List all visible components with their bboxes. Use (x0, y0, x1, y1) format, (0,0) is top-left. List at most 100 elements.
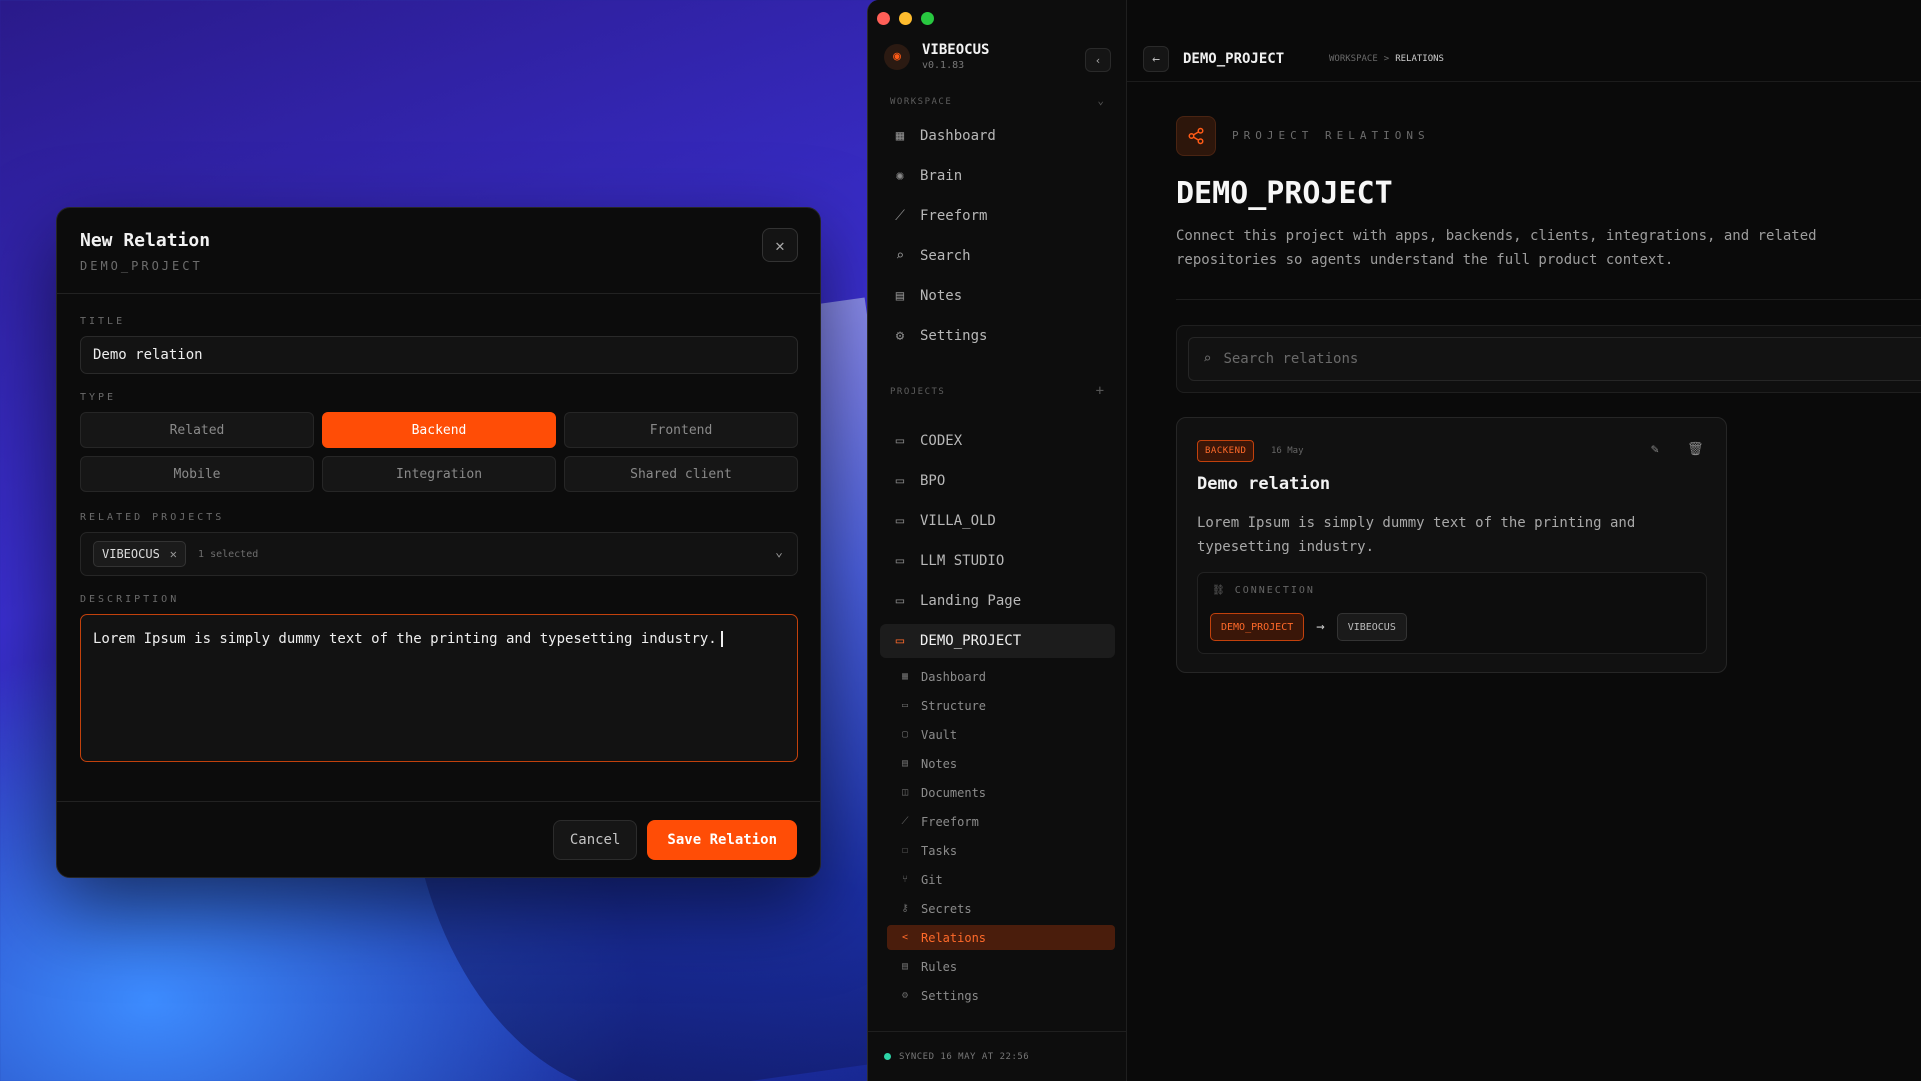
sidebar-project-codex[interactable]: ▭ CODEX (880, 424, 1115, 458)
close-modal-button[interactable]: ✕ (762, 228, 798, 262)
relation-title: Demo relation (1197, 474, 1331, 494)
new-relation-modal: New Relation DEMO_PROJECT ✕ TITLE Demo r… (56, 207, 821, 878)
project-label: DEMO_PROJECT (920, 633, 1022, 649)
related-project-chip-label: VIBEOCUS (102, 547, 160, 561)
subitem-label: Tasks (921, 843, 958, 858)
project-subitem-settings[interactable]: ⚙ Settings (887, 983, 1115, 1008)
subitem-label: Vault (921, 727, 958, 742)
folder-icon: ▭ (895, 513, 905, 529)
type-backend-button[interactable]: Backend (322, 412, 556, 448)
type-mobile-button[interactable]: Mobile (80, 456, 314, 492)
cancel-button[interactable]: Cancel (552, 819, 638, 860)
eye-logo-icon: ◉ (884, 43, 910, 70)
maximize-window-button[interactable] (921, 12, 934, 25)
divider (1176, 299, 1921, 300)
relation-card[interactable]: BACKEND 16 May ✎ 🗑 Demo relation Lorem I… (1176, 417, 1727, 673)
trash-icon[interactable]: 🗑 (1687, 442, 1704, 457)
project-subitem-freeform[interactable]: ⟋ Freeform (887, 809, 1115, 834)
remove-chip-icon[interactable]: ✕ (170, 547, 177, 561)
type-label: TYPE (80, 392, 117, 403)
title-input[interactable]: Demo relation (80, 336, 798, 374)
subitem-label: Secrets (921, 901, 972, 916)
project-subitem-notes[interactable]: ▤ Notes (887, 751, 1115, 776)
folder-icon: ▭ (895, 593, 905, 609)
save-relation-button[interactable]: Save Relation (647, 819, 797, 860)
type-integration-button[interactable]: Integration (322, 456, 556, 492)
close-icon: ✕ (775, 235, 785, 255)
connection-panel: ⛓ CONNECTION DEMO_PROJECT → VIBEOCUS (1197, 572, 1707, 654)
minimize-window-button[interactable] (899, 12, 912, 25)
sync-status-bar: SYNCED 16 MAY AT 22:56 (868, 1031, 1127, 1081)
connection-row: DEMO_PROJECT → VIBEOCUS (1210, 613, 1407, 641)
sidebar-item-settings[interactable]: ⚙ Settings (880, 319, 1115, 353)
add-project-icon[interactable]: + (1096, 383, 1104, 399)
share-icon: < (901, 932, 909, 943)
type-selector: Related Backend Frontend Mobile Integrat… (80, 412, 798, 492)
related-projects-label: RELATED PROJECTS (80, 512, 225, 523)
breadcrumb-workspace[interactable]: WORKSPACE (1329, 54, 1378, 64)
type-frontend-button[interactable]: Frontend (564, 412, 798, 448)
subitem-label: Structure (921, 698, 987, 713)
folder-open-icon: ▭ (895, 633, 905, 649)
arrow-right-icon: → (1316, 619, 1325, 635)
project-label: Landing Page (920, 593, 1022, 609)
subitem-label: Dashboard (921, 669, 987, 684)
project-subitem-relations[interactable]: < Relations (887, 925, 1115, 950)
chevron-down-icon[interactable]: ⌄ (775, 545, 783, 560)
type-shared-client-button[interactable]: Shared client (564, 456, 798, 492)
breadcrumb-separator: > (1383, 54, 1390, 64)
description-textarea[interactable]: Lorem Ipsum is simply dummy text of the … (80, 614, 798, 762)
related-project-chip: VIBEOCUS ✕ (93, 541, 187, 567)
project-label: CODEX (920, 433, 963, 449)
git-branch-icon: ⑂ (902, 874, 908, 885)
workspace-chevron-icon[interactable]: ⌄ (1097, 94, 1104, 107)
freeform-pen-icon: ⟋ (895, 208, 905, 224)
rules-icon: ▤ (901, 961, 909, 972)
subitem-label: Settings (921, 988, 979, 1003)
back-button[interactable]: ← (1143, 46, 1169, 72)
note-icon: ▤ (901, 758, 909, 769)
subitem-label: Documents (921, 785, 987, 800)
sidebar-item-freeform[interactable]: ⟋ Freeform (880, 199, 1115, 233)
type-related-button[interactable]: Related (80, 412, 314, 448)
project-subitem-rules[interactable]: ▤ Rules (887, 954, 1115, 979)
project-subitem-structure[interactable]: ▭ Structure (887, 693, 1115, 718)
project-subitem-dashboard[interactable]: ▦ Dashboard (887, 664, 1115, 689)
close-window-button[interactable] (877, 12, 890, 25)
projects-section-label: PROJECTS (890, 387, 946, 397)
sidebar-project-demo-project[interactable]: ▭ DEMO_PROJECT (880, 624, 1115, 658)
project-subitem-secrets[interactable]: ⚷ Secrets (887, 896, 1115, 921)
project-subitem-documents[interactable]: ◫ Documents (887, 780, 1115, 805)
related-projects-select[interactable]: VIBEOCUS ✕ 1 selected ⌄ (80, 532, 798, 576)
sidebar-project-landing-page[interactable]: ▭ Landing Page (880, 584, 1115, 618)
folder-icon: ▭ (895, 473, 905, 489)
edit-pencil-icon[interactable]: ✎ (1651, 442, 1659, 457)
sidebar-item-brain[interactable]: ✺ Brain (880, 159, 1115, 193)
sidebar-item-search[interactable]: ⌕ Search (880, 239, 1115, 273)
document-icon: ◫ (901, 787, 909, 798)
search-placeholder: Search relations (1223, 351, 1359, 367)
sidebar-project-bpo[interactable]: ▭ BPO (880, 464, 1115, 498)
sidebar-item-label: Dashboard (920, 128, 996, 144)
main-content: ← DEMO_PROJECT WORKSPACE > RELATIONS PRO… (1127, 0, 1921, 1081)
sidebar-item-notes[interactable]: ▤ Notes (880, 279, 1115, 313)
breadcrumb: WORKSPACE > RELATIONS (1329, 54, 1444, 64)
checkbox-icon: ☐ (901, 845, 909, 856)
arrow-left-icon: ← (1152, 51, 1160, 67)
collapse-sidebar-button[interactable]: ‹ (1085, 48, 1111, 72)
sidebar-project-villa-old[interactable]: ▭ VILLA_OLD (880, 504, 1115, 538)
modal-footer: Cancel Save Relation (57, 801, 820, 877)
project-subitem-vault[interactable]: ▢ Vault (887, 722, 1115, 747)
sidebar-item-dashboard[interactable]: ▦ Dashboard (880, 119, 1115, 153)
project-subitem-tasks[interactable]: ☐ Tasks (887, 838, 1115, 863)
project-label: BPO (920, 473, 946, 489)
page-title: DEMO_PROJECT (1176, 176, 1393, 211)
app-window: ◉ VIBEOCUS v0.1.83 ‹ WORKSPACE ⌄ ▦ Dashb… (867, 0, 1921, 1081)
sidebar-project-llm-studio[interactable]: ▭ LLM STUDIO (880, 544, 1115, 578)
modal-header: New Relation DEMO_PROJECT ✕ (57, 208, 820, 294)
text-caret (720, 631, 723, 647)
search-relations-input[interactable]: ⌕ Search relations (1188, 337, 1921, 381)
subitem-label: Rules (921, 959, 958, 974)
project-subitem-git[interactable]: ⑂ Git (887, 867, 1115, 892)
note-icon: ▤ (895, 288, 905, 304)
